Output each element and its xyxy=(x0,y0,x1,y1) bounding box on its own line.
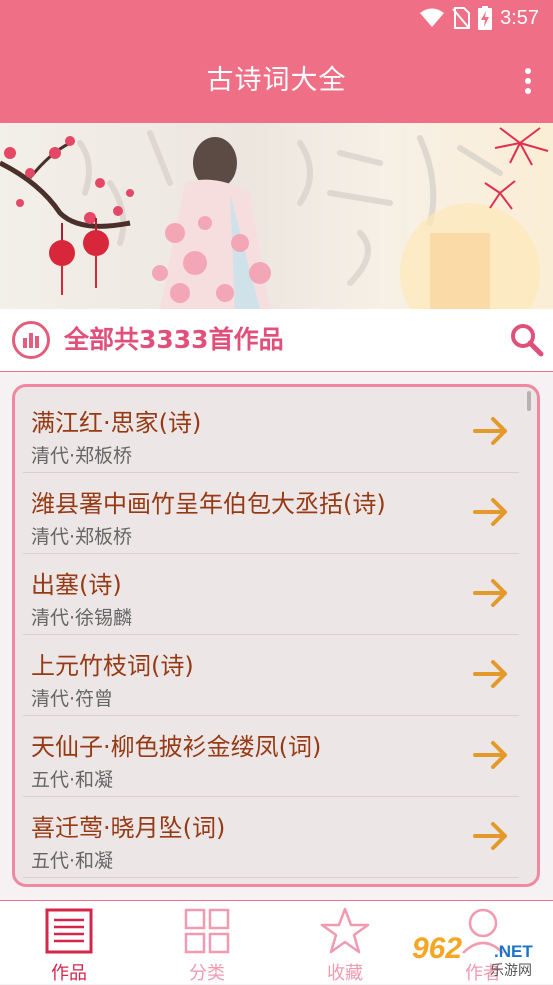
poem-title: 喜迁莺·晓月坠(词) xyxy=(31,814,226,842)
wifi-icon xyxy=(420,8,445,27)
poem-author: 清代·符曾 xyxy=(31,688,114,710)
poem-author: 清代·徐锡麟 xyxy=(31,607,133,629)
arrow-right-icon xyxy=(473,417,507,445)
tab-works[interactable]: 作品 xyxy=(0,901,138,984)
battery-charging-icon xyxy=(478,6,493,30)
status-bar: 3:57 xyxy=(0,0,553,38)
poem-title: 上元竹枝词(诗) xyxy=(31,652,194,680)
arrow-right-icon xyxy=(473,660,507,688)
search-icon[interactable] xyxy=(509,322,545,358)
tab-label: 分类 xyxy=(189,963,225,984)
plum-blossom-illustration xyxy=(0,127,549,309)
poem-author: 清代·郑板桥 xyxy=(31,526,133,548)
more-vertical-icon[interactable] xyxy=(523,68,533,96)
watermark-logo: 962 .NET 乐游网 xyxy=(412,932,547,979)
tab-categories[interactable]: 分类 xyxy=(138,901,276,984)
arrow-right-icon xyxy=(473,822,507,850)
total-count-text: 全部共3333首作品 xyxy=(64,325,284,354)
arrow-right-icon xyxy=(473,579,507,607)
bottom-nav: 作品 分类 收藏 作者 962 .NET 乐游网 xyxy=(0,900,553,984)
poem-author: 五代·和凝 xyxy=(31,850,114,872)
list-item[interactable]: 上元竹枝词(诗) 清代·符曾 xyxy=(23,634,519,716)
grid-icon xyxy=(184,908,230,954)
watermark-number: 962 xyxy=(412,932,463,965)
list-item[interactable]: 潍县署中画竹呈年伯包大丞括(诗) 清代·郑板桥 xyxy=(23,472,519,554)
arrow-right-icon xyxy=(473,498,507,526)
arrow-right-icon xyxy=(473,741,507,769)
poem-list[interactable]: 满江红·思家(诗) 清代·郑板桥 潍县署中画竹呈年伯包大丞括(诗) 清代·郑板桥… xyxy=(12,384,540,887)
poem-author: 清代·郑板桥 xyxy=(31,445,133,467)
banner-image xyxy=(0,123,553,309)
watermark-net: .NET xyxy=(494,942,533,961)
no-sim-icon xyxy=(452,7,471,29)
count-bar: 全部共3333首作品 xyxy=(0,309,553,372)
tab-label: 收藏 xyxy=(327,963,363,984)
list-item[interactable]: 出塞(诗) 清代·徐锡麟 xyxy=(23,553,519,635)
poem-title: 出塞(诗) xyxy=(31,571,122,599)
status-time: 3:57 xyxy=(500,6,539,29)
app-title: 古诗词大全 xyxy=(206,65,347,96)
tab-label: 作品 xyxy=(51,963,87,984)
tab-favorites[interactable]: 收藏 xyxy=(276,901,414,984)
poem-author: 五代·和凝 xyxy=(31,769,114,791)
poem-title: 满江红·思家(诗) xyxy=(31,409,202,437)
poem-title: 天仙子·柳色披衫金缕凤(词) xyxy=(31,733,322,761)
list-item[interactable]: 满江红·思家(诗) 清代·郑板桥 xyxy=(23,391,519,473)
scrollbar[interactable] xyxy=(527,391,531,411)
poem-title: 潍县署中画竹呈年伯包大丞括(诗) xyxy=(31,490,386,518)
list-icon xyxy=(45,908,93,954)
list-item[interactable]: 天仙子·柳色披衫金缕凤(词) 五代·和凝 xyxy=(23,715,519,797)
watermark-site: 乐游网 xyxy=(490,963,532,979)
chart-icon xyxy=(12,321,50,359)
app-bar: 古诗词大全 xyxy=(0,38,553,123)
star-icon xyxy=(320,907,370,954)
list-item[interactable]: 喜迁莺·晓月坠(词) 五代·和凝 xyxy=(23,796,519,878)
